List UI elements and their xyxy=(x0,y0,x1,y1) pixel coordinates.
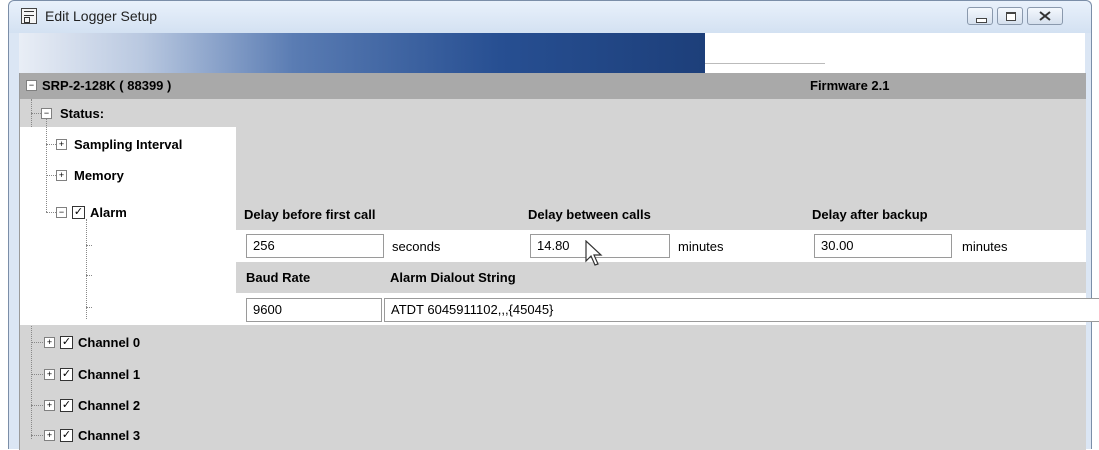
expand-channel-3-toggle[interactable]: + xyxy=(44,430,55,441)
baud-rate-header: Baud Rate xyxy=(246,270,311,285)
delay-after-backup-header: Delay after backup xyxy=(812,207,928,222)
delay-between-calls-unit: minutes xyxy=(678,239,724,254)
header-banner xyxy=(19,33,1085,73)
tree-item-channel-0[interactable]: Channel 0 xyxy=(78,335,140,350)
tree-connector xyxy=(31,342,45,343)
banner-image xyxy=(19,33,825,73)
firmware-version: Firmware 2.1 xyxy=(810,78,890,93)
maximize-button[interactable] xyxy=(997,7,1023,25)
delay-between-calls-header: Delay between calls xyxy=(528,207,651,222)
expand-channel-0-toggle[interactable]: + xyxy=(44,337,55,348)
device-row[interactable]: − SRP-2-128K ( 88399 ) Firmware 2.1 xyxy=(20,73,1086,99)
expand-channel-1-toggle[interactable]: + xyxy=(44,369,55,380)
tree-connector xyxy=(86,275,92,276)
tree-connector xyxy=(31,435,45,436)
tree-connector xyxy=(86,245,92,246)
status-subtree xyxy=(20,127,236,325)
tree-item-status[interactable]: Status: xyxy=(60,106,104,121)
minimize-button[interactable] xyxy=(967,7,993,25)
edit-logger-setup-window: Edit Logger Setup − SRP-2-128K ( 88399 )… xyxy=(8,0,1099,450)
tree-item-alarm[interactable]: Alarm xyxy=(90,205,127,220)
delay-first-call-header: Delay before first call xyxy=(244,207,376,222)
expand-channel-2-toggle[interactable]: + xyxy=(44,400,55,411)
tree-item-sampling-interval[interactable]: Sampling Interval xyxy=(74,137,182,152)
channel-1-checkbox[interactable]: ✓ xyxy=(60,368,73,381)
expand-sampling-toggle[interactable]: + xyxy=(56,139,67,150)
delay-first-call-unit: seconds xyxy=(392,239,441,254)
tree-connector xyxy=(86,307,92,308)
channel-0-checkbox[interactable]: ✓ xyxy=(60,336,73,349)
channel-2-checkbox[interactable]: ✓ xyxy=(60,399,73,412)
app-form-icon xyxy=(21,8,37,24)
close-button[interactable] xyxy=(1027,7,1063,25)
tree-connector xyxy=(31,405,45,406)
expand-memory-toggle[interactable]: + xyxy=(56,170,67,181)
alarm-checkbox[interactable]: ✓ xyxy=(72,206,85,219)
alarm-dialout-header: Alarm Dialout String xyxy=(390,270,516,285)
tree-connector xyxy=(46,119,47,212)
delay-after-backup-unit: minutes xyxy=(962,239,1008,254)
tree-connector xyxy=(86,219,87,319)
tree-item-channel-2[interactable]: Channel 2 xyxy=(78,398,140,413)
close-icon xyxy=(1039,11,1051,21)
window-title: Edit Logger Setup xyxy=(45,8,158,24)
collapse-device-toggle[interactable]: − xyxy=(26,80,37,91)
tree-item-channel-1[interactable]: Channel 1 xyxy=(78,367,140,382)
delay-first-call-input[interactable]: 256 xyxy=(246,234,384,258)
title-bar[interactable]: Edit Logger Setup xyxy=(9,1,1091,33)
setup-tree-grid: − SRP-2-128K ( 88399 ) Firmware 2.1 − St… xyxy=(19,73,1099,450)
channel-3-checkbox[interactable]: ✓ xyxy=(60,429,73,442)
alarm-dialout-input[interactable]: ATDT 6045911102,,,{45045} xyxy=(384,298,1099,322)
tree-connector xyxy=(31,374,45,375)
collapse-alarm-toggle[interactable]: − xyxy=(56,207,67,218)
collapse-status-toggle[interactable]: − xyxy=(41,108,52,119)
tree-item-memory[interactable]: Memory xyxy=(74,168,124,183)
baud-rate-input[interactable]: 9600 xyxy=(246,298,382,322)
device-name: SRP-2-128K ( 88399 ) xyxy=(42,78,172,93)
tree-item-channel-3[interactable]: Channel 3 xyxy=(78,428,140,443)
mouse-pointer-icon xyxy=(585,240,603,266)
delay-after-backup-input[interactable]: 30.00 xyxy=(814,234,952,258)
